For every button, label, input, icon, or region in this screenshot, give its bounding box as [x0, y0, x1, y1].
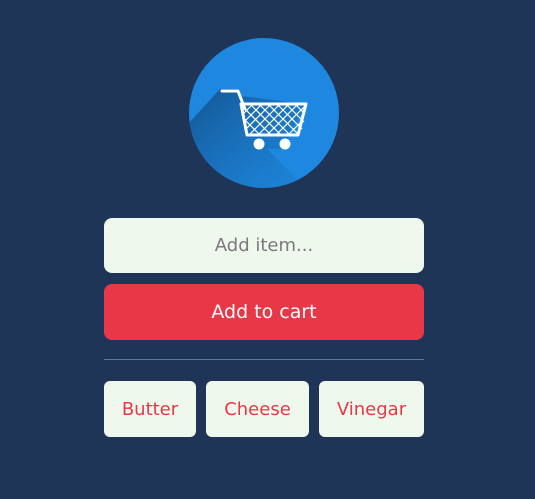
- cart-item[interactable]: Cheese: [206, 381, 309, 437]
- add-to-cart-button[interactable]: Add to cart: [104, 284, 424, 340]
- shopping-cart-app: Add to cart Butter Cheese Vinegar: [0, 0, 535, 499]
- cart-items-list: Butter Cheese Vinegar: [104, 381, 424, 437]
- shopping-cart-icon-graphic: [189, 38, 339, 188]
- cart-item[interactable]: Butter: [104, 381, 196, 437]
- cart-item[interactable]: Vinegar: [319, 381, 424, 437]
- shopping-cart-icon: [189, 38, 339, 188]
- add-item-input[interactable]: [104, 218, 424, 273]
- divider: [104, 359, 424, 360]
